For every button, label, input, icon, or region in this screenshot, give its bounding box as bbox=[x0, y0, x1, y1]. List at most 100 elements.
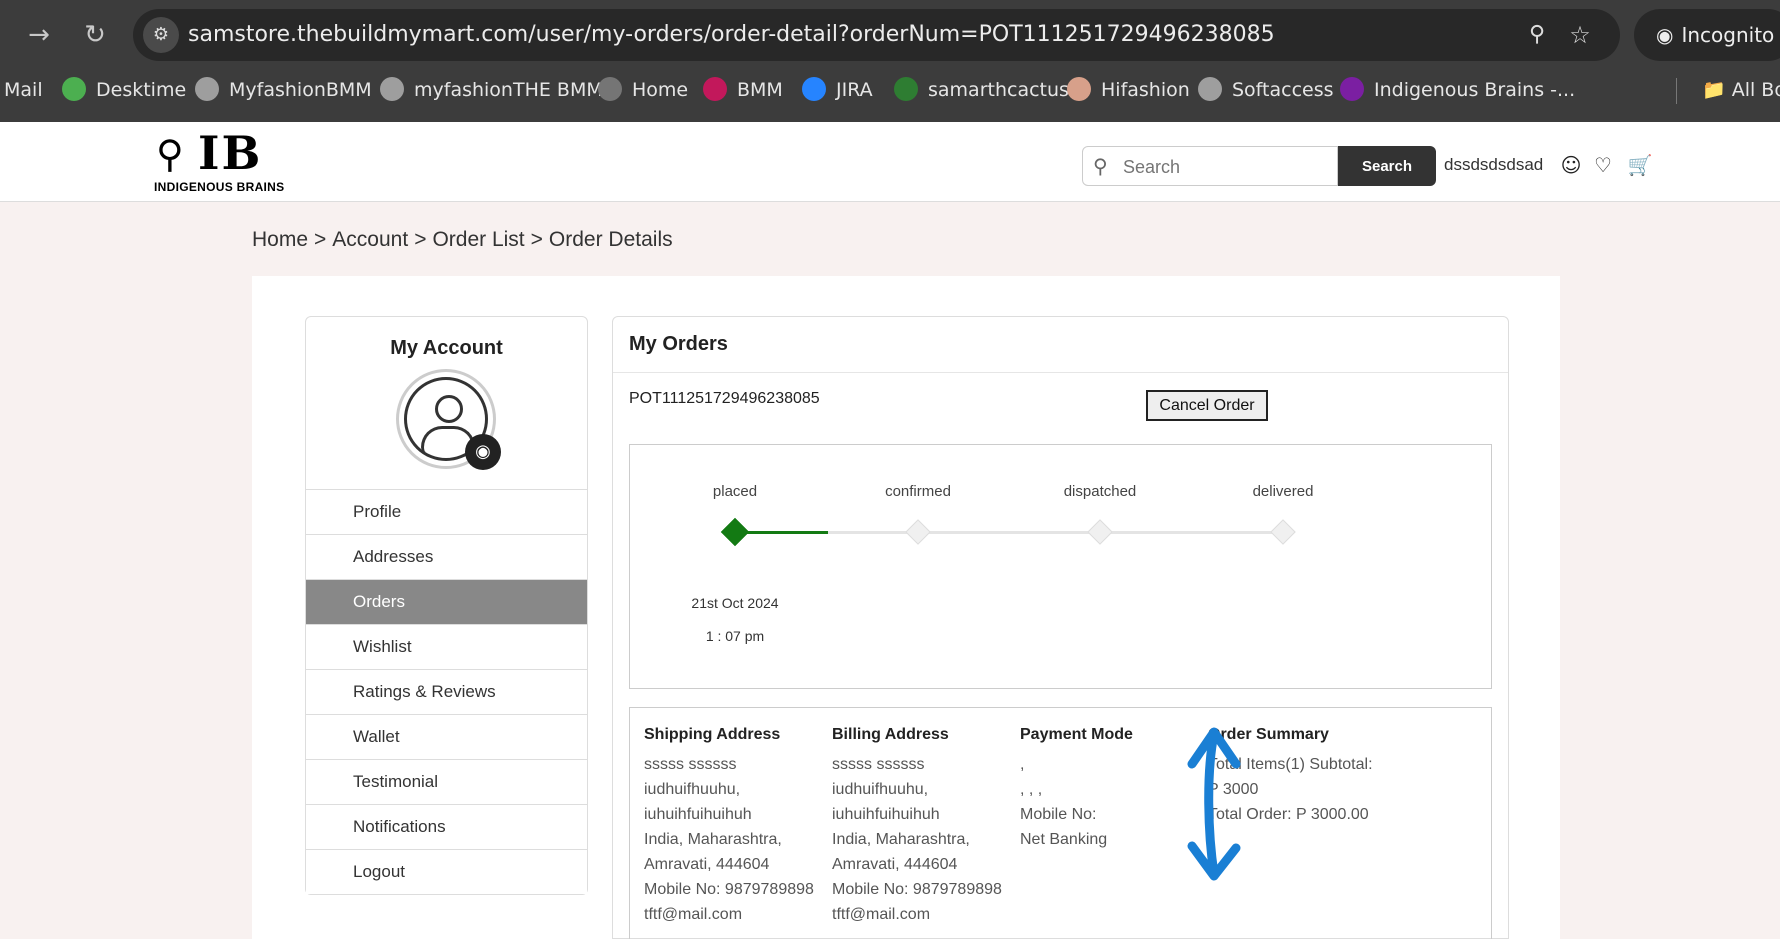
bookmark-item[interactable]: Hifashion bbox=[1067, 70, 1190, 110]
stage-label: delivered bbox=[1252, 483, 1314, 500]
breadcrumb-link[interactable]: Order List bbox=[432, 228, 524, 251]
incognito-indicator[interactable]: ◉Incognito (3 bbox=[1634, 9, 1780, 61]
sidebar-item-ratings-reviews[interactable]: Ratings & Reviews bbox=[306, 669, 587, 714]
bookmark-item[interactable]: Home bbox=[598, 70, 688, 110]
sidebar-item-testimonial[interactable]: Testimonial bbox=[306, 759, 587, 804]
bookmark-favicon-icon bbox=[1198, 77, 1222, 101]
forward-icon[interactable]: → bbox=[22, 18, 56, 52]
shipping-line: Amravati, 444604 bbox=[644, 856, 770, 873]
sidebar-item-logout[interactable]: Logout bbox=[306, 849, 587, 894]
address-bar[interactable]: ⚙ samstore.thebuildmymart.com/user/my-or… bbox=[133, 9, 1620, 61]
stage-marker-icon bbox=[720, 517, 750, 547]
bookmark-item[interactable]: Softaccess bbox=[1198, 70, 1334, 110]
browser-toolbar: → ↻ ⚙ samstore.thebuildmymart.com/user/m… bbox=[0, 0, 1780, 70]
folder-icon: 📁 bbox=[1702, 79, 1732, 101]
avatar[interactable]: ◉ bbox=[396, 369, 501, 470]
billing-line: India, Maharashtra, bbox=[832, 831, 970, 848]
bookmark-item[interactable]: JIRA bbox=[802, 70, 873, 110]
bookmark-favicon-icon bbox=[598, 77, 622, 101]
bookmark-item[interactable]: Desktime bbox=[62, 70, 186, 110]
shipping-line: iudhuifhuuhu, bbox=[644, 781, 741, 798]
sidebar-item-orders[interactable]: Orders bbox=[306, 579, 587, 624]
shipping-line: sssss ssssss bbox=[644, 756, 737, 773]
orders-title: My Orders bbox=[629, 333, 728, 355]
bookmark-item[interactable]: myfashionTHE BMM bbox=[380, 70, 603, 110]
bookmark-item[interactable]: MyfashionBMM bbox=[195, 70, 372, 110]
sidebar-menu: Profile Addresses Orders Wishlist Ratings & … bbox=[306, 489, 587, 894]
reload-icon[interactable]: ↻ bbox=[78, 18, 112, 52]
breadcrumb-link[interactable]: Account bbox=[332, 228, 408, 251]
order-status-tracker: placed 21st Oct 2024 1 : 07 pm confirmed dis… bbox=[629, 444, 1492, 689]
breadcrumb: Home > Account > Order List > Order Details bbox=[252, 228, 679, 252]
site-header: ⚲ IB INDIGENOUS BRAINS ⚲ Search dssdsdsd… bbox=[0, 122, 1780, 202]
search-input[interactable] bbox=[1123, 153, 1323, 181]
site-info-icon[interactable]: ⚙ bbox=[143, 17, 179, 53]
search-button[interactable]: Search bbox=[1338, 146, 1436, 186]
bookmark-favicon-icon bbox=[703, 77, 727, 101]
url-text[interactable]: samstore.thebuildmymart.com/user/my-orde… bbox=[188, 9, 1275, 61]
sidebar-item-profile[interactable]: Profile bbox=[306, 489, 587, 534]
stage-time: 1 : 07 pm bbox=[705, 628, 765, 644]
incognito-icon: ◉ bbox=[1656, 23, 1674, 47]
sidebar-item-wishlist[interactable]: Wishlist bbox=[306, 624, 587, 669]
sidebar-title: My Account bbox=[390, 337, 503, 359]
bookmark-favicon-icon bbox=[195, 77, 219, 101]
user-icon[interactable]: ☺ bbox=[1558, 152, 1584, 178]
breadcrumb-separator: > bbox=[530, 228, 543, 251]
billing-line: tftf@mail.com bbox=[832, 906, 931, 923]
sidebar-item-addresses[interactable]: Addresses bbox=[306, 534, 587, 579]
lightbulb-icon: ⚲ bbox=[156, 132, 184, 176]
sidebar-item-wallet[interactable]: Wallet bbox=[306, 714, 587, 759]
annotation-double-arrow bbox=[1187, 727, 1241, 881]
search-icon: ⚲ bbox=[1093, 154, 1108, 178]
shipping-line: India, Maharashtra, bbox=[644, 831, 782, 848]
shipping-line: Mobile No: 9879789898 bbox=[644, 881, 814, 898]
order-number: POT111251729496238085 bbox=[629, 390, 820, 407]
progress-track bbox=[1100, 531, 1283, 534]
bookmark-favicon-icon bbox=[1067, 77, 1091, 101]
username-label[interactable]: dssdsdsdsad bbox=[1444, 152, 1543, 178]
bookmark-star-icon[interactable]: ☆ bbox=[1566, 21, 1594, 49]
zoom-icon[interactable]: ⚲ bbox=[1524, 22, 1550, 48]
progress-track bbox=[918, 531, 1100, 534]
bookmark-item[interactable]: BMM bbox=[703, 70, 783, 110]
bookmark-item[interactable]: Mail bbox=[4, 70, 43, 110]
account-sidebar: My Account ◉ Profile Addresses Orders Wishl… bbox=[305, 316, 588, 895]
bookmark-favicon-icon bbox=[802, 77, 826, 101]
breadcrumb-link[interactable]: Order Details bbox=[549, 228, 673, 251]
bookmark-item[interactable]: Indigenous Brains -... bbox=[1340, 70, 1575, 110]
bookmark-item[interactable]: 📁 All Bo bbox=[1702, 70, 1780, 110]
stage-label: confirmed bbox=[885, 483, 951, 500]
stage-label: placed bbox=[712, 483, 758, 500]
stage-marker-icon bbox=[905, 519, 931, 545]
billing-line: Amravati, 444604 bbox=[832, 856, 958, 873]
billing-line: Mobile No: 9879789898 bbox=[832, 881, 1002, 898]
bookmarks-separator bbox=[1676, 78, 1677, 104]
site-logo[interactable]: ⚲ IB INDIGENOUS BRAINS bbox=[152, 128, 312, 196]
stage-label: dispatched bbox=[1063, 483, 1137, 500]
orders-header: My Orders bbox=[613, 317, 1508, 373]
breadcrumb-link[interactable]: Home bbox=[252, 228, 308, 251]
bookmark-favicon-icon bbox=[1340, 77, 1364, 101]
billing-line: iuhuihfuihuihuh bbox=[832, 806, 940, 823]
bookmark-item[interactable]: samarthcactus bbox=[894, 70, 1069, 110]
billing-address: Billing Address sssss ssssss iudhuifhuuhu… bbox=[832, 726, 1032, 927]
bookmark-favicon-icon bbox=[62, 77, 86, 101]
stage-date: 21st Oct 2024 bbox=[691, 595, 779, 611]
stage-marker-icon bbox=[1087, 519, 1113, 545]
stage-marker-icon bbox=[1270, 519, 1296, 545]
camera-icon[interactable]: ◉ bbox=[465, 434, 501, 470]
sidebar-item-notifications[interactable]: Notifications bbox=[306, 804, 587, 849]
shipping-line: iuhuihfuihuihuh bbox=[644, 806, 752, 823]
shipping-line: tftf@mail.com bbox=[644, 906, 743, 923]
bookmarks-bar: Mail Desktime MyfashionBMM myfashionTHE BMM… bbox=[0, 70, 1780, 122]
cancel-order-button[interactable]: Cancel Order bbox=[1146, 390, 1268, 421]
billing-line: iudhuifhuuhu, bbox=[832, 781, 929, 798]
orders-panel: My Orders POT111251729496238085 Cancel O… bbox=[612, 316, 1509, 939]
breadcrumb-separator: > bbox=[314, 228, 327, 251]
search-box: ⚲ bbox=[1082, 146, 1338, 186]
billing-line: sssss ssssss bbox=[832, 756, 925, 773]
heart-icon[interactable]: ♡ bbox=[1590, 152, 1616, 178]
order-info-box: Shipping Address sssss ssssss iudhuifhuuh… bbox=[629, 707, 1492, 939]
cart-icon[interactable]: 🛒 bbox=[1627, 152, 1653, 178]
